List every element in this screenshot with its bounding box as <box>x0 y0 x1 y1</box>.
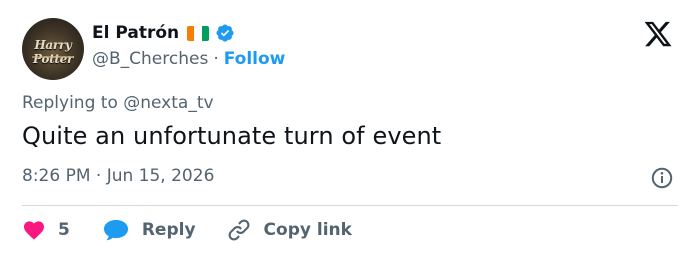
author-name-row: El Patrón <box>92 20 235 46</box>
separator-dot: · <box>213 49 219 69</box>
copy-link-label: Copy link <box>263 220 352 240</box>
tweet-text: Quite an unfortunate turn of event <box>22 122 442 150</box>
replying-to: Replying to @nexta_tv <box>22 93 214 113</box>
action-bar: 5 Reply Copy link <box>22 214 352 246</box>
author-handle[interactable]: @B_Cherches <box>92 49 208 69</box>
flag-icon <box>187 25 210 41</box>
reply-button[interactable]: Reply <box>102 218 196 242</box>
like-button[interactable]: 5 <box>22 218 70 242</box>
author-handle-row: @B_Cherches · Follow <box>92 48 285 70</box>
link-icon <box>228 219 249 241</box>
heart-icon <box>24 221 44 240</box>
avatar[interactable]: Harry Potter <box>22 18 84 80</box>
verified-icon <box>216 24 234 42</box>
replying-mention-link[interactable]: @nexta_tv <box>123 93 213 113</box>
reply-bubble-icon <box>103 220 128 241</box>
follow-button[interactable]: Follow <box>224 49 286 69</box>
tweet-timestamp[interactable]: 8:26 PM · Jun 15, 2026 <box>22 166 214 186</box>
avatar-logo-text: Harry Potter <box>33 38 73 66</box>
reply-label: Reply <box>141 220 196 240</box>
copy-link-button[interactable]: Copy link <box>226 217 352 243</box>
avatar-decoration <box>32 56 74 58</box>
display-name[interactable]: El Patrón <box>92 23 179 43</box>
x-logo-icon[interactable] <box>639 19 677 49</box>
divider <box>22 205 678 206</box>
info-icon[interactable] <box>650 166 674 190</box>
like-count: 5 <box>58 220 70 240</box>
replying-prefix: Replying to <box>22 93 118 113</box>
